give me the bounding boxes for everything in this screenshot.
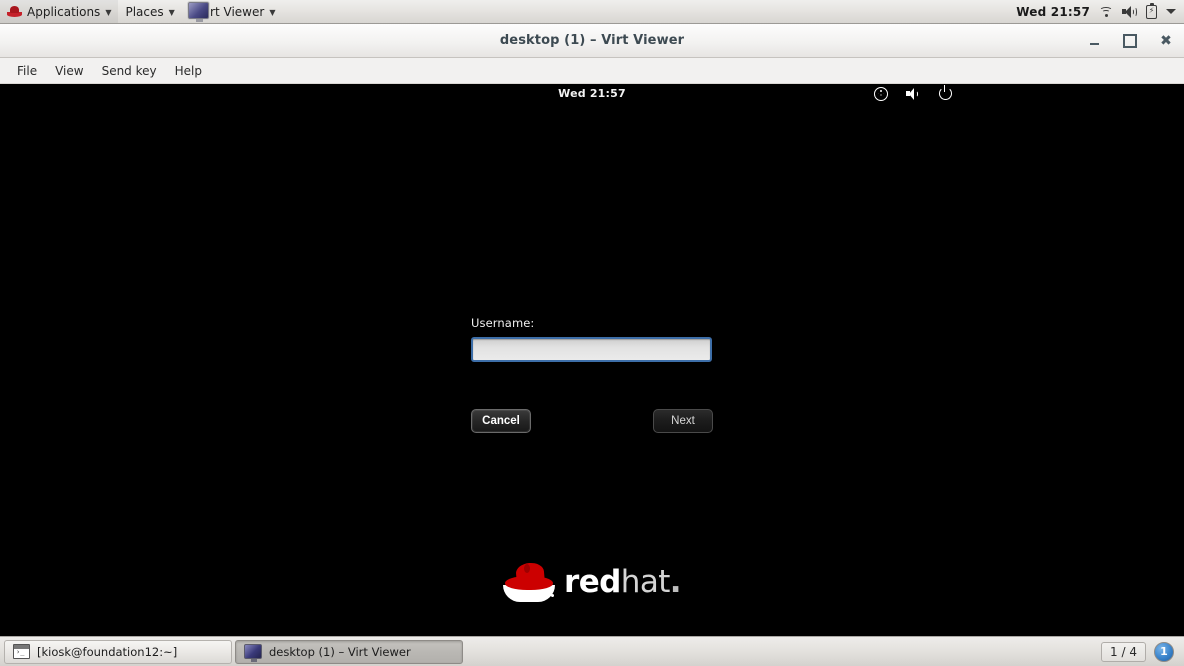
guest-display[interactable]: Wed 21:57 Username: Cancel Next redhat. <box>0 84 1184 636</box>
menu-view[interactable]: View <box>46 61 92 81</box>
menu-send-key[interactable]: Send key <box>93 61 166 81</box>
redhat-wordmark: redhat. <box>564 563 682 600</box>
workspace-count[interactable]: 1 / 4 <box>1101 641 1146 662</box>
gnome-top-panel: Applications ▼ Places ▼ Virt Viewer ▼ We… <box>0 0 1184 24</box>
monitor-icon <box>244 644 262 662</box>
top-panel-left: Applications ▼ Places ▼ Virt Viewer ▼ <box>0 0 282 23</box>
taskbar-item-label: [kiosk@foundation12:~] <box>37 644 178 659</box>
gdm-login-area: Username: Cancel Next redhat. <box>0 84 1184 636</box>
redhat-icon <box>7 5 22 18</box>
login-button-row: Cancel Next <box>471 409 713 433</box>
username-input[interactable] <box>471 337 712 362</box>
window-menu-virt-viewer[interactable]: Virt Viewer ▼ <box>182 0 283 23</box>
terminal-icon <box>13 644 30 659</box>
username-label: Username: <box>471 316 535 330</box>
minimize-button[interactable] <box>1086 33 1102 49</box>
taskbar-item-terminal[interactable]: [kiosk@foundation12:~] <box>4 639 232 664</box>
menu-help[interactable]: Help <box>166 61 211 81</box>
taskbar-item-virt-viewer[interactable]: desktop (1) – Virt Viewer <box>235 639 463 664</box>
applications-menu-label: Applications <box>27 4 101 19</box>
panel-clock[interactable]: Wed 21:57 <box>1016 5 1090 19</box>
redhat-trademark: . <box>669 563 682 600</box>
chevron-down-icon: ▼ <box>168 7 175 17</box>
cancel-button[interactable]: Cancel <box>471 409 531 433</box>
menubar: File View Send key Help <box>0 58 1184 84</box>
window-controls: ✖ <box>1086 24 1174 57</box>
virt-viewer-window: desktop (1) – Virt Viewer ✖ File View Se… <box>0 24 1184 636</box>
applications-menu[interactable]: Applications ▼ <box>0 0 119 23</box>
system-menu-chevron-down-icon[interactable] <box>1166 9 1176 14</box>
redhat-logo: redhat. <box>0 561 1184 602</box>
redhat-fedora-icon <box>503 561 556 602</box>
window-title: desktop (1) – Virt Viewer <box>499 33 685 48</box>
top-panel-right: Wed 21:57 <box>1016 0 1184 23</box>
next-button[interactable]: Next <box>653 409 713 433</box>
login-form: Username: <box>471 316 731 362</box>
volume-icon[interactable] <box>1122 5 1137 18</box>
window-list-taskbar: [kiosk@foundation12:~] desktop (1) – Vir… <box>0 636 1184 666</box>
places-menu[interactable]: Places ▼ <box>118 0 181 23</box>
chevron-down-icon: ▼ <box>269 7 276 17</box>
wifi-icon[interactable] <box>1099 6 1113 18</box>
maximize-button[interactable] <box>1122 33 1138 49</box>
redhat-word-red: red <box>564 563 621 600</box>
menu-file[interactable]: File <box>8 61 46 81</box>
taskbar-item-label: desktop (1) – Virt Viewer <box>269 644 411 659</box>
workspace-badge[interactable]: 1 <box>1154 641 1174 662</box>
places-menu-label: Places <box>125 4 164 19</box>
close-button[interactable]: ✖ <box>1158 33 1174 49</box>
taskbar-right: 1 / 4 1 <box>1101 641 1180 662</box>
chevron-down-icon: ▼ <box>105 7 112 17</box>
monitor-icon <box>187 2 209 22</box>
battery-icon[interactable] <box>1146 2 1157 19</box>
screen-root: Applications ▼ Places ▼ Virt Viewer ▼ We… <box>0 0 1184 666</box>
redhat-word-hat: hat <box>620 563 671 600</box>
window-titlebar[interactable]: desktop (1) – Virt Viewer ✖ <box>0 24 1184 58</box>
